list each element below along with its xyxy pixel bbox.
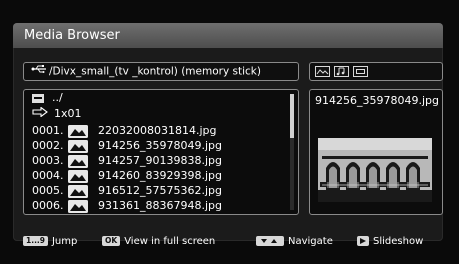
- view-fullscreen-label: View in full screen: [124, 236, 216, 247]
- list-scrollbar[interactable]: [290, 94, 294, 210]
- number-keys-icon: 1...9: [23, 236, 48, 246]
- up-down-arrows-icon: [256, 236, 284, 246]
- list-item[interactable]: 0003. 914257_90139838.jpg: [32, 153, 222, 169]
- parent-folder-label: ../: [52, 91, 63, 104]
- footer-jump-hint: 1...9 Jump: [23, 235, 77, 249]
- file-name: 931361_88367948.jpg: [98, 199, 222, 212]
- navigate-label: Navigate: [288, 236, 333, 247]
- photo-view-icon[interactable]: [315, 66, 330, 77]
- current-folder-label: 1x01: [54, 107, 82, 120]
- jump-label: Jump: [51, 236, 78, 247]
- view-mode-bar: [309, 62, 443, 81]
- file-number: 0003.: [32, 154, 64, 167]
- list-item[interactable]: 0001. 22032008031814.jpg: [32, 123, 217, 139]
- image-file-icon: [68, 154, 88, 168]
- list-item[interactable]: 0006. 931361_88367948.jpg: [32, 198, 222, 214]
- file-name: 914256_35978049.jpg: [98, 139, 222, 152]
- file-number: 0006.: [32, 199, 64, 212]
- music-view-icon[interactable]: [334, 66, 349, 77]
- image-file-icon: [68, 139, 88, 153]
- list-item-current-folder[interactable]: 1x01: [32, 106, 82, 122]
- list-item-parent[interactable]: ../: [32, 90, 63, 106]
- preview-panel: 914256_35978049.jpg: [309, 89, 443, 215]
- play-icon: [357, 236, 369, 246]
- file-name: 916512_57575362.jpg: [98, 184, 222, 197]
- list-item[interactable]: 0002. 914256_35978049.jpg: [32, 138, 222, 154]
- image-file-icon: [68, 169, 88, 183]
- file-name: 22032008031814.jpg: [98, 124, 217, 137]
- path-bar: /Divx_small_(tv _kontrol) (memory stick): [23, 62, 299, 81]
- file-number: 0005.: [32, 184, 64, 197]
- footer-view-hint: OK View in full screen: [102, 235, 215, 249]
- preview-filename: 914256_35978049.jpg: [315, 94, 439, 107]
- video-view-icon[interactable]: [353, 66, 368, 77]
- slideshow-label: Slideshow: [373, 236, 424, 247]
- file-list: ../ 1x01 0001. 22032008031814.jpg 0002. 91…: [23, 89, 299, 215]
- footer-navigate-hint: Navigate: [256, 235, 333, 249]
- file-name: 914257_90139838.jpg: [98, 154, 222, 167]
- image-file-icon: [68, 124, 88, 138]
- image-file-icon: [68, 184, 88, 198]
- footer-slideshow-hint: Slideshow: [357, 235, 423, 249]
- list-item[interactable]: 0005. 916512_57575362.jpg: [32, 183, 222, 199]
- scrollbar-thumb[interactable]: [290, 94, 294, 138]
- folder-icon: [32, 93, 44, 103]
- file-number: 0001.: [32, 124, 64, 137]
- arrow-right-icon: [32, 106, 50, 122]
- path-text: /Divx_small_(tv _kontrol) (memory stick): [49, 65, 261, 78]
- image-file-icon: [68, 199, 88, 213]
- file-number: 0004.: [32, 169, 64, 182]
- list-item[interactable]: 0004. 914260_83929398.jpg: [32, 168, 222, 184]
- file-name: 914260_83929398.jpg: [98, 169, 222, 182]
- preview-image: [318, 138, 432, 202]
- usb-icon: [31, 63, 49, 80]
- file-number: 0002.: [32, 139, 64, 152]
- ok-key-icon: OK: [102, 236, 121, 246]
- window-title: Media Browser: [13, 23, 443, 48]
